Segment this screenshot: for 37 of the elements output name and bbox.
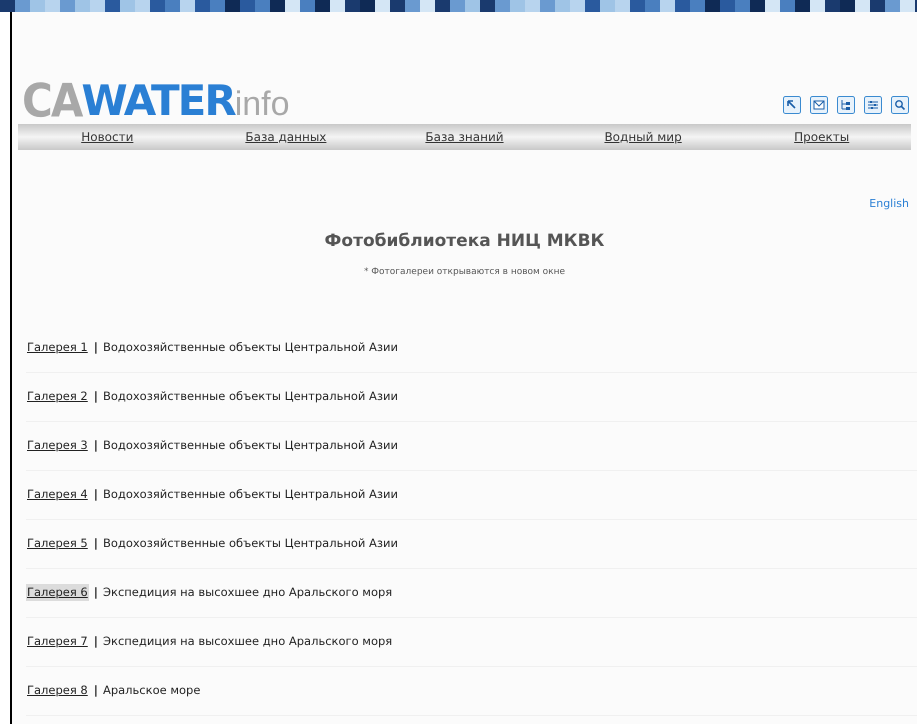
- logo: CAWATERinfo: [22, 80, 290, 122]
- gallery-link[interactable]: Галерея 5: [26, 534, 89, 552]
- gallery-link[interactable]: Галерея 6: [26, 584, 89, 602]
- separator: |: [94, 584, 98, 601]
- gallery-description: Водохозяйственные объекты Центральной Азии: [102, 338, 398, 356]
- nav-link[interactable]: База данных: [245, 128, 326, 146]
- nav-link[interactable]: Новости: [81, 128, 134, 146]
- nav-link[interactable]: База знаний: [425, 128, 504, 146]
- gallery-link[interactable]: Галерея 4: [26, 486, 89, 504]
- note-text: * Фотогалереи открываются в новом окне: [362, 266, 566, 279]
- settings-icon[interactable]: [864, 96, 882, 114]
- separator: |: [94, 632, 98, 650]
- gallery-description: Водохозяйственные объекты Центральной Азии: [102, 388, 398, 405]
- nav-link[interactable]: Проекты: [794, 128, 850, 146]
- gallery-link[interactable]: Галерея 8: [26, 682, 89, 700]
- gallery-description: Водохозяйственные объекты Центральной Азии: [102, 436, 398, 454]
- gallery-description: Водохозяйственные объекты Центральной Азии: [102, 486, 398, 503]
- separator: |: [94, 388, 98, 405]
- gallery-link[interactable]: Галерея 7: [26, 632, 89, 650]
- gallery-description: Аральское море: [102, 682, 200, 699]
- search-icon[interactable]: [891, 96, 909, 114]
- gallery-description: Экспедиция на высохшее дно Аральского моря: [102, 632, 392, 650]
- gallery-description: Экспедиция на высохшее дно Аральского моря: [102, 584, 392, 601]
- separator: |: [94, 534, 98, 552]
- nav-link[interactable]: Водный мир: [604, 128, 682, 146]
- gallery-link[interactable]: Галерея 2: [26, 388, 89, 406]
- gallery-link[interactable]: Галерея 1: [26, 338, 89, 356]
- sitemap-icon[interactable]: [837, 96, 855, 114]
- separator: |: [94, 486, 98, 503]
- language-link[interactable]: English: [869, 196, 909, 212]
- page-title: Фотобиблиотека НИЦ МКВК: [324, 230, 606, 252]
- separator: |: [94, 436, 98, 454]
- gallery-description: Водохозяйственные объекты Центральной Азии: [102, 534, 398, 552]
- separator: |: [94, 338, 98, 356]
- separator: |: [94, 682, 98, 699]
- gallery-link[interactable]: Галерея 3: [26, 436, 89, 454]
- mail-icon[interactable]: [810, 96, 828, 114]
